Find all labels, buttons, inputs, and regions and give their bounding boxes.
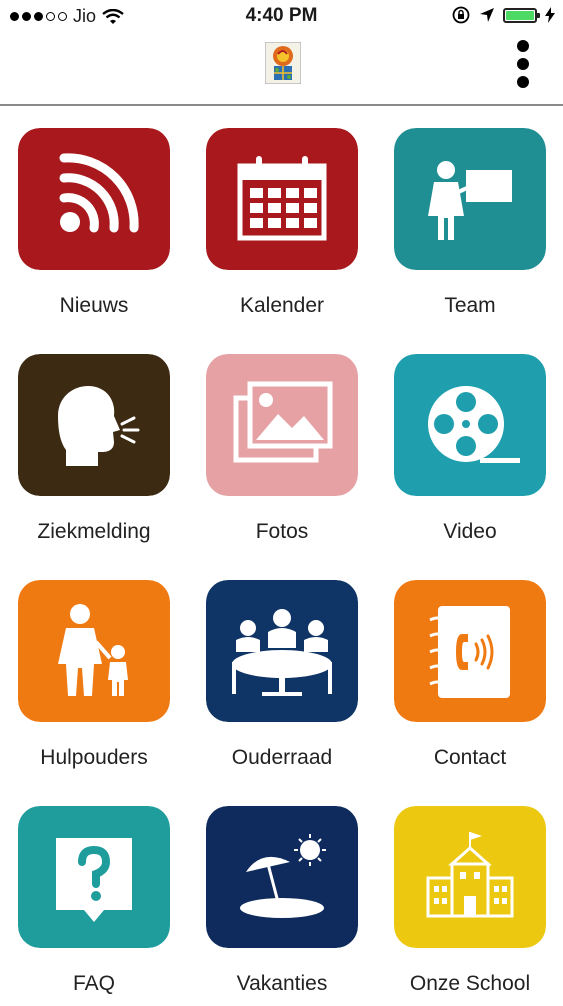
charging-icon [545,7,555,23]
teacher-icon[interactable] [394,128,546,270]
more-vertical-icon[interactable] [513,40,533,88]
location-icon [480,8,494,22]
tile-video[interactable]: Video [394,354,546,554]
calendar-icon[interactable] [206,128,358,270]
tile-faq[interactable]: FAQ [18,806,170,1006]
school-logo-icon[interactable] [264,41,302,85]
school-building-icon[interactable] [394,806,546,948]
app-bar [0,32,563,104]
rotation-lock-icon [452,6,470,24]
tile-label: Ziekmelding [37,520,151,543]
tile-label: FAQ [72,972,115,995]
tile-label: Vakanties [236,972,328,995]
question-icon[interactable] [18,806,170,948]
tile-contact[interactable]: Contact [394,580,546,780]
tile-onze-school[interactable]: Onze School [394,806,546,1006]
battery-icon [503,7,540,23]
tile-vakanties[interactable]: Vakanties [206,806,358,1006]
tile-label: Fotos [255,520,309,543]
tile-kalender[interactable]: Kalender [206,128,358,328]
tile-team[interactable]: Team [394,128,546,328]
beach-icon[interactable] [206,806,358,948]
tile-label: Hulpouders [40,746,148,769]
film-reel-icon[interactable] [394,354,546,496]
tile-fotos[interactable]: Fotos [206,354,358,554]
tile-ouderraad[interactable]: Ouderraad [206,580,358,780]
sick-person-icon[interactable] [18,354,170,496]
tile-label: Kalender [239,294,325,317]
tile-label: Team [444,294,496,317]
tile-label: Contact [433,746,507,769]
app-bar-divider [0,104,563,106]
battery-level [506,10,534,20]
tile-ziekmelding[interactable]: Ziekmelding [18,354,170,554]
tile-hulpouders[interactable]: Hulpouders [18,580,170,780]
photos-icon[interactable] [206,354,358,496]
tile-nieuws[interactable]: Nieuws [18,128,170,328]
tile-label: Nieuws [59,294,129,317]
tile-label: Onze School [409,972,531,995]
parent-child-icon[interactable] [18,580,170,722]
tile-label: Video [443,520,497,543]
phonebook-icon[interactable] [394,580,546,722]
tile-label: Ouderraad [231,746,333,769]
status-bar: Jio 4:40 PM [0,0,563,32]
meeting-icon[interactable] [206,580,358,722]
rss-icon[interactable] [18,128,170,270]
status-indicators [451,5,555,25]
